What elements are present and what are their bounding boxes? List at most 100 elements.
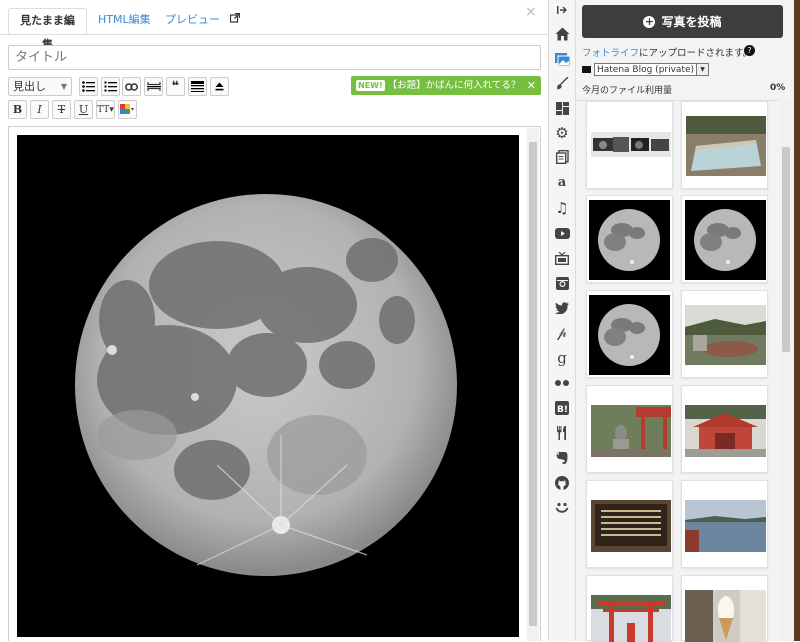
brush-icon[interactable] [551, 73, 573, 93]
gear-icon[interactable]: ⚙ [551, 123, 573, 143]
twitter-icon[interactable] [551, 298, 573, 318]
new-badge: NEW! [356, 80, 385, 91]
photo-card[interactable] [681, 385, 768, 473]
quote-button[interactable]: ❝ [166, 77, 185, 96]
youtube-icon[interactable] [551, 223, 573, 243]
usage-value: 0% [770, 83, 786, 93]
heading-select[interactable]: 見出し ▼ [8, 77, 72, 96]
hatena-bookmark-icon[interactable]: B! [551, 398, 573, 418]
instagram-icon[interactable] [551, 273, 573, 293]
photo-card[interactable] [586, 480, 673, 568]
photo-card[interactable] [586, 385, 673, 473]
chevron-down-icon: ▼ [696, 64, 708, 75]
editor-tabs: 見たまま編集 HTML編集 プレビュー [0, 0, 548, 51]
photo-icon[interactable] [551, 49, 573, 69]
news-banner[interactable]: NEW! 【お題】かばんに何入れてる？ ✕ [351, 76, 541, 95]
photo-thumbnail-soft-serve [685, 590, 766, 642]
tab-wysiwyg[interactable]: 見たまま編集 [8, 8, 87, 51]
upload-note-text: にアップロードされます。 [639, 48, 753, 59]
tab-preview-label: プレビュー [165, 13, 220, 26]
underline-button[interactable]: U [74, 100, 93, 119]
panel-scrollbar[interactable] [779, 100, 793, 641]
tab-html[interactable]: HTML編集 [88, 8, 161, 34]
bullet-list-icon [82, 81, 95, 92]
google-icon[interactable]: g [551, 348, 573, 368]
photo-thumbnail-lake [685, 500, 766, 552]
photo-thumbnail-statue [591, 405, 671, 457]
home-icon[interactable] [551, 24, 573, 44]
photo-thumbnail-torii [591, 595, 671, 642]
upload-photo-button[interactable]: + 写真を投稿 [582, 5, 783, 38]
text-color-button[interactable] [118, 100, 137, 119]
close-icon[interactable]: × [525, 4, 537, 20]
external-link-icon [229, 8, 240, 32]
italic-button[interactable]: I [30, 100, 49, 119]
layout-icon[interactable] [551, 98, 573, 118]
background-edge [794, 0, 800, 641]
evernote-icon[interactable] [551, 448, 573, 468]
table-button[interactable] [188, 77, 207, 96]
photo-card[interactable] [681, 290, 768, 378]
editor-scrollbar-thumb[interactable] [529, 142, 537, 626]
bold-icon: B [12, 103, 23, 116]
quote-icon: ❝ [171, 79, 180, 94]
collapse-toolbar-button[interactable] [210, 77, 229, 96]
editor-scrollbar[interactable] [527, 128, 539, 641]
table-icon [191, 81, 204, 92]
photo-card[interactable] [681, 480, 768, 568]
photo-thumbnail-hot-spring-bath [686, 116, 766, 176]
fotolife-link[interactable]: フォトライフ [582, 48, 639, 59]
photo-card[interactable] [586, 101, 673, 189]
photo-thumbnail-moon [589, 295, 670, 375]
music-icon[interactable]: ♫ [551, 198, 573, 218]
help-icon[interactable]: ? [744, 45, 755, 56]
tool-rail [548, 0, 576, 641]
link-button[interactable] [122, 77, 141, 96]
title-input[interactable] [8, 45, 541, 70]
tv-icon[interactable] [551, 248, 573, 268]
strikethrough-button[interactable]: T [52, 100, 71, 119]
blog-select-value: Hatena Blog (private) [597, 65, 695, 75]
moon-photo[interactable] [17, 135, 519, 637]
food-icon[interactable] [551, 423, 573, 443]
collapse-icon[interactable] [551, 0, 573, 20]
bullet-list-button[interactable] [79, 77, 98, 96]
chevron-down-icon: ▼ [60, 82, 67, 91]
pinterest-icon[interactable]: 𝓅 [551, 323, 573, 343]
italic-icon: I [37, 103, 42, 116]
numbered-list-button[interactable] [101, 77, 120, 96]
heading-select-label: 見出し [13, 80, 46, 93]
svg-text:B!: B! [557, 405, 568, 415]
flickr-icon[interactable] [551, 373, 573, 393]
amazon-icon[interactable]: a [551, 172, 573, 192]
font-size-button[interactable]: TT▾ [96, 100, 115, 119]
font-size-icon: TT▾ [97, 104, 114, 115]
news-text: 【お題】かばんに何入れてる？ [387, 80, 521, 91]
photo-thumbnail-moon [685, 200, 766, 280]
more-separator-button[interactable] [144, 77, 163, 96]
photo-card[interactable] [681, 195, 768, 283]
photo-card[interactable] [681, 575, 768, 642]
close-icon[interactable]: ✕ [527, 76, 536, 95]
tab-preview[interactable]: プレビュー [155, 8, 250, 34]
photo-thumbnail-moon [589, 200, 670, 280]
copy-icon[interactable] [551, 147, 573, 167]
photo-card[interactable] [681, 101, 768, 189]
blog-select[interactable]: Hatena Blog (private) ▼ [594, 63, 709, 76]
photo-card[interactable] [586, 575, 673, 642]
github-icon[interactable] [551, 473, 573, 493]
numbered-list-icon [104, 81, 117, 92]
upload-note: フォトライフにアップロードされます。 [582, 45, 752, 59]
folder-icon [582, 66, 591, 73]
photo-thumbnail-cameras [591, 132, 671, 157]
smile-icon[interactable] [551, 498, 573, 518]
photo-thumbnail-signboard [591, 500, 671, 552]
photo-card[interactable] [586, 290, 673, 378]
panel-scrollbar-thumb[interactable] [782, 147, 790, 352]
bold-button[interactable]: B [8, 100, 27, 119]
underline-icon: U [78, 103, 89, 116]
photo-thumbnail-garden [685, 305, 766, 365]
link-icon [125, 82, 138, 91]
color-palette-icon [120, 104, 134, 114]
photo-card[interactable] [586, 195, 673, 283]
